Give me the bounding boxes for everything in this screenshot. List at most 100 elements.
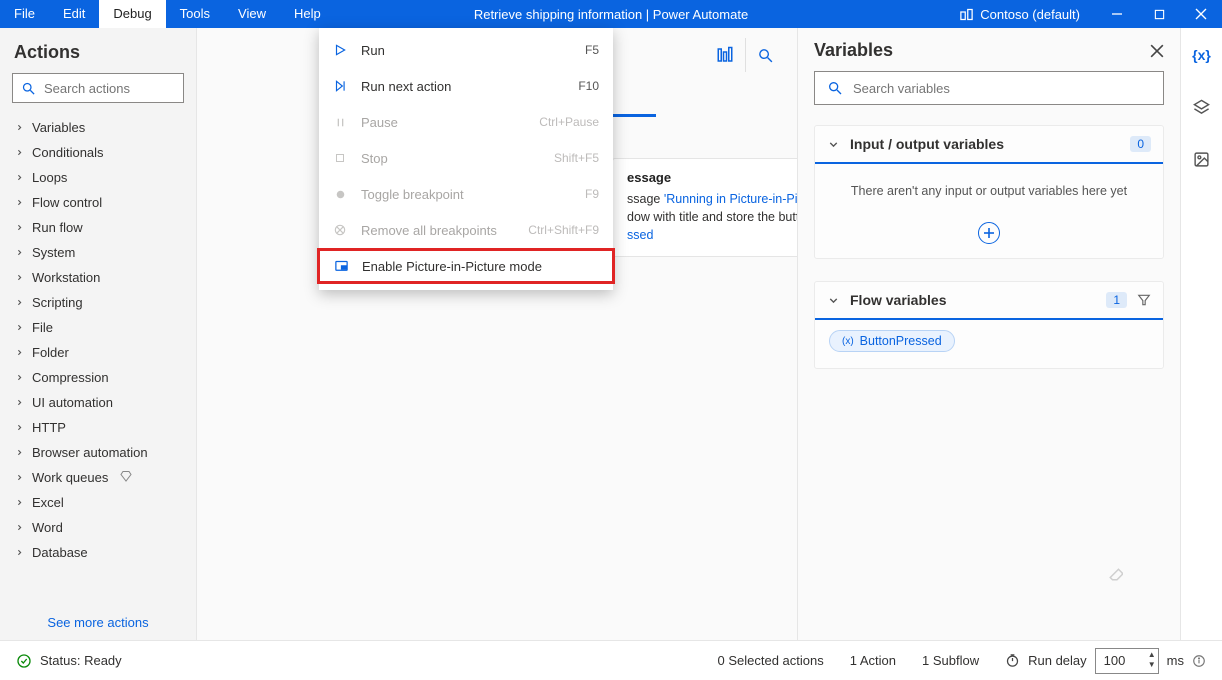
variable-chip-icon: (x) xyxy=(842,336,854,347)
actions-search-input[interactable] xyxy=(44,81,175,96)
chevron-right-icon xyxy=(14,298,24,307)
spin-down-icon[interactable]: ▼ xyxy=(1148,660,1156,670)
chevron-right-icon xyxy=(14,198,24,207)
actions-tree-item[interactable]: Flow control xyxy=(0,190,196,215)
actions-tree-label: Browser automation xyxy=(32,445,148,460)
right-rail: {x} xyxy=(1180,28,1222,640)
actions-tree-label: System xyxy=(32,245,75,260)
actions-count: 1 Action xyxy=(850,653,896,668)
menu-debug[interactable]: Debug xyxy=(99,0,165,28)
window-minimize-button[interactable] xyxy=(1096,0,1138,28)
rail-variables-icon[interactable]: {x} xyxy=(1185,38,1219,72)
io-variables-empty-text: There aren't any input or output variabl… xyxy=(815,164,1163,218)
flow-canvas[interactable]: essage ssage 'Running in Picture-in-Pict… xyxy=(197,28,797,640)
debug-menu-shortcut: Ctrl+Shift+F9 xyxy=(528,223,599,237)
step-icon xyxy=(331,79,349,93)
debug-menu-item[interactable]: Enable Picture-in-Picture mode xyxy=(317,248,615,284)
actions-tree-label: Run flow xyxy=(32,220,83,235)
premium-icon xyxy=(120,470,132,485)
variables-search[interactable] xyxy=(814,71,1164,105)
chevron-right-icon xyxy=(14,373,24,382)
actions-tree-item[interactable]: System xyxy=(0,240,196,265)
debug-menu-item: Toggle breakpointF9 xyxy=(319,176,613,212)
actions-tree-item[interactable]: Work queues xyxy=(0,465,196,490)
filter-icon[interactable] xyxy=(1137,293,1151,307)
bp-icon xyxy=(331,188,349,201)
chevron-right-icon xyxy=(14,473,24,482)
debug-menu-shortcut: Ctrl+Pause xyxy=(539,115,599,129)
actions-tree-item[interactable]: Folder xyxy=(0,340,196,365)
window-close-button[interactable] xyxy=(1180,0,1222,28)
debug-menu-label: Run xyxy=(361,43,573,58)
window-maximize-button[interactable] xyxy=(1138,0,1180,28)
actions-tree-item[interactable]: HTTP xyxy=(0,415,196,440)
chevron-right-icon xyxy=(14,223,24,232)
io-variables-title: Input / output variables xyxy=(850,136,1120,152)
menu-file[interactable]: File xyxy=(0,0,49,28)
actions-tree-item[interactable]: Run flow xyxy=(0,215,196,240)
variable-chip-buttonpressed[interactable]: (x) ButtonPressed xyxy=(829,330,955,352)
pip-icon xyxy=(332,259,350,274)
actions-tree-item[interactable]: File xyxy=(0,315,196,340)
debug-menu-shortcut: F10 xyxy=(578,79,599,93)
run-delay-input[interactable]: 100 ▲▼ xyxy=(1095,648,1159,674)
variables-toggle-icon[interactable] xyxy=(705,38,745,72)
actions-tree-item[interactable]: Word xyxy=(0,515,196,540)
actions-tree-item[interactable]: Database xyxy=(0,540,196,565)
info-icon[interactable] xyxy=(1192,654,1206,668)
chevron-right-icon xyxy=(14,148,24,157)
debug-menu-shortcut: F9 xyxy=(585,187,599,201)
bpx-icon xyxy=(331,223,349,237)
chevron-right-icon xyxy=(14,123,24,132)
rail-layers-icon[interactable] xyxy=(1185,90,1219,124)
run-delay-icon xyxy=(1005,653,1020,668)
actions-tree-label: Compression xyxy=(32,370,109,385)
variables-panel-title: Variables xyxy=(814,40,893,61)
actions-tree-item[interactable]: Scripting xyxy=(0,290,196,315)
menu-view[interactable]: View xyxy=(224,0,280,28)
chevron-right-icon xyxy=(14,423,24,432)
actions-panel: Actions VariablesConditionalsLoopsFlow c… xyxy=(0,28,197,640)
actions-search[interactable] xyxy=(12,73,184,103)
actions-tree-label: UI automation xyxy=(32,395,113,410)
close-icon[interactable] xyxy=(1150,44,1164,58)
status-text: Status: Ready xyxy=(40,653,122,668)
debug-menu-label: Enable Picture-in-Picture mode xyxy=(362,259,586,274)
actions-tree-item[interactable]: UI automation xyxy=(0,390,196,415)
spin-up-icon[interactable]: ▲ xyxy=(1148,650,1156,660)
tenant-picker[interactable]: Contoso (default) xyxy=(959,7,1080,22)
menu-help[interactable]: Help xyxy=(280,0,335,28)
chevron-down-icon[interactable] xyxy=(827,294,840,307)
menu-edit[interactable]: Edit xyxy=(49,0,99,28)
actions-tree-item[interactable]: Variables xyxy=(0,115,196,140)
stop-icon xyxy=(331,152,349,164)
chevron-down-icon[interactable] xyxy=(827,138,840,151)
ms-label: ms xyxy=(1167,653,1184,668)
run-delay-label: Run delay xyxy=(1028,653,1087,668)
add-variable-button[interactable] xyxy=(978,222,1000,244)
actions-tree-label: File xyxy=(32,320,53,335)
search-icon xyxy=(827,80,843,96)
variables-panel: Variables Input / output variables 0 The… xyxy=(797,28,1180,640)
actions-tree-label: Flow control xyxy=(32,195,102,210)
actions-tree-item[interactable]: Browser automation xyxy=(0,440,196,465)
actions-tree-item[interactable]: Compression xyxy=(0,365,196,390)
title-bar: File Edit Debug Tools View Help Retrieve… xyxy=(0,0,1222,28)
variables-search-input[interactable] xyxy=(853,81,1151,96)
see-more-actions-link[interactable]: See more actions xyxy=(0,605,196,640)
debug-menu-shortcut: Shift+F5 xyxy=(554,151,599,165)
canvas-search-icon[interactable] xyxy=(745,38,785,72)
actions-tree-label: Workstation xyxy=(32,270,100,285)
actions-tree-item[interactable]: Loops xyxy=(0,165,196,190)
eraser-icon[interactable] xyxy=(1108,564,1126,582)
actions-tree-label: Scripting xyxy=(32,295,83,310)
debug-menu-item[interactable]: RunF5 xyxy=(319,32,613,68)
actions-tree-label: Excel xyxy=(32,495,64,510)
rail-image-icon[interactable] xyxy=(1185,142,1219,176)
debug-menu-label: Remove all breakpoints xyxy=(361,223,516,238)
actions-tree-item[interactable]: Workstation xyxy=(0,265,196,290)
menu-tools[interactable]: Tools xyxy=(166,0,224,28)
debug-menu-item[interactable]: Run next actionF10 xyxy=(319,68,613,104)
actions-tree-item[interactable]: Conditionals xyxy=(0,140,196,165)
actions-tree-item[interactable]: Excel xyxy=(0,490,196,515)
